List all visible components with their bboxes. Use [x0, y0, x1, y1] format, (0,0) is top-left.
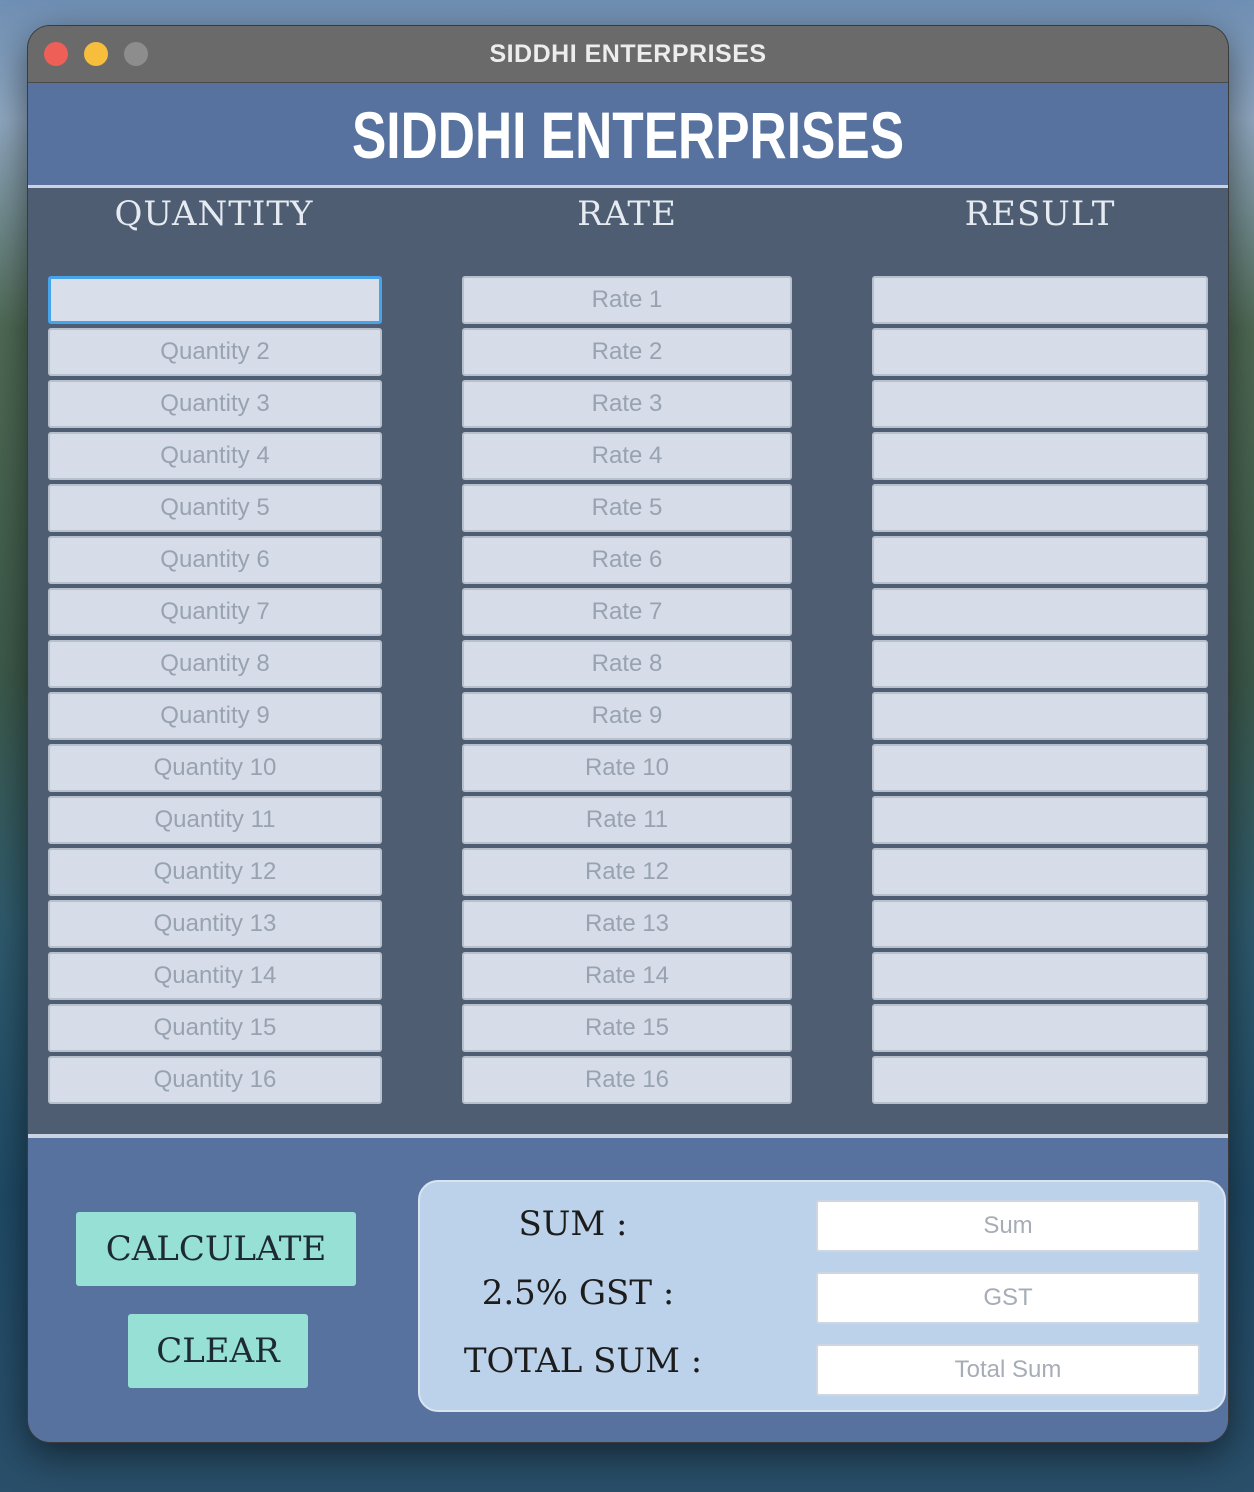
rate-field-1[interactable]: Rate 1 [462, 276, 792, 324]
result-field-15[interactable] [872, 1004, 1208, 1052]
result-field-4[interactable] [872, 432, 1208, 480]
brand-title: SIDDHI ENTERPRISES [351, 98, 905, 172]
rate-field-15[interactable]: Rate 15 [462, 1004, 792, 1052]
gst-label: 2.5% GST : [481, 1273, 675, 1313]
result-field-6[interactable] [872, 536, 1208, 584]
quantity-field-9[interactable]: Quantity 9 [48, 692, 382, 740]
quantity-field-6[interactable]: Quantity 6 [48, 536, 382, 584]
calculate-button[interactable]: CALCULATE [76, 1212, 356, 1286]
quantity-field-14[interactable]: Quantity 14 [48, 952, 382, 1000]
quantity-field-12[interactable]: Quantity 12 [48, 848, 382, 896]
total-sum-label: TOTAL SUM : [463, 1341, 703, 1381]
rate-field-2[interactable]: Rate 2 [462, 328, 792, 376]
quantity-field-16[interactable]: Quantity 16 [48, 1056, 382, 1104]
rate-field-3[interactable]: Rate 3 [462, 380, 792, 428]
rate-field-4[interactable]: Rate 4 [462, 432, 792, 480]
sum-field[interactable]: Sum [816, 1200, 1200, 1252]
quantity-field-7[interactable]: Quantity 7 [48, 588, 382, 636]
window-title: SIDDHI ENTERPRISES [489, 40, 767, 68]
quantity-field-13[interactable]: Quantity 13 [48, 900, 382, 948]
title-bar[interactable]: SIDDHI ENTERPRISES [28, 26, 1228, 83]
result-field-16[interactable] [872, 1056, 1208, 1104]
quantity-field-8[interactable]: Quantity 8 [48, 640, 382, 688]
result-field-9[interactable] [872, 692, 1208, 740]
rate-field-8[interactable]: Rate 8 [462, 640, 792, 688]
result-field-1[interactable] [872, 276, 1208, 324]
clear-button[interactable]: CLEAR [128, 1314, 308, 1388]
rate-field-10[interactable]: Rate 10 [462, 744, 792, 792]
total-sum-field[interactable]: Total Sum [816, 1344, 1200, 1396]
rate-field-5[interactable]: Rate 5 [462, 484, 792, 532]
sum-label: SUM : [518, 1204, 628, 1244]
app-window: SIDDHI ENTERPRISES SIDDHI ENTERPRISES QU… [28, 26, 1228, 1442]
quantity-field-10[interactable]: Quantity 10 [48, 744, 382, 792]
result-field-3[interactable] [872, 380, 1208, 428]
quantity-field-3[interactable]: Quantity 3 [48, 380, 382, 428]
result-field-2[interactable] [872, 328, 1208, 376]
rate-field-11[interactable]: Rate 11 [462, 796, 792, 844]
column-header-result: RESULT [964, 194, 1116, 234]
quantity-field-1[interactable] [48, 276, 382, 324]
result-field-7[interactable] [872, 588, 1208, 636]
quantity-field-11[interactable]: Quantity 11 [48, 796, 382, 844]
quantity-field-4[interactable]: Quantity 4 [48, 432, 382, 480]
rate-field-16[interactable]: Rate 16 [462, 1056, 792, 1104]
column-header-quantity: QUANTITY [114, 194, 314, 234]
gst-field[interactable]: GST [816, 1272, 1200, 1324]
result-field-12[interactable] [872, 848, 1208, 896]
column-header-rate: RATE [577, 194, 677, 234]
result-field-14[interactable] [872, 952, 1208, 1000]
rate-field-6[interactable]: Rate 6 [462, 536, 792, 584]
rate-field-14[interactable]: Rate 14 [462, 952, 792, 1000]
rate-field-9[interactable]: Rate 9 [462, 692, 792, 740]
rate-field-13[interactable]: Rate 13 [462, 900, 792, 948]
result-field-13[interactable] [872, 900, 1208, 948]
result-field-11[interactable] [872, 796, 1208, 844]
quantity-field-2[interactable]: Quantity 2 [48, 328, 382, 376]
rate-field-12[interactable]: Rate 12 [462, 848, 792, 896]
quantity-field-15[interactable]: Quantity 15 [48, 1004, 382, 1052]
result-field-5[interactable] [872, 484, 1208, 532]
rate-field-7[interactable]: Rate 7 [462, 588, 792, 636]
result-field-8[interactable] [872, 640, 1208, 688]
result-field-10[interactable] [872, 744, 1208, 792]
quantity-field-5[interactable]: Quantity 5 [48, 484, 382, 532]
header-banner: SIDDHI ENTERPRISES [28, 83, 1228, 188]
